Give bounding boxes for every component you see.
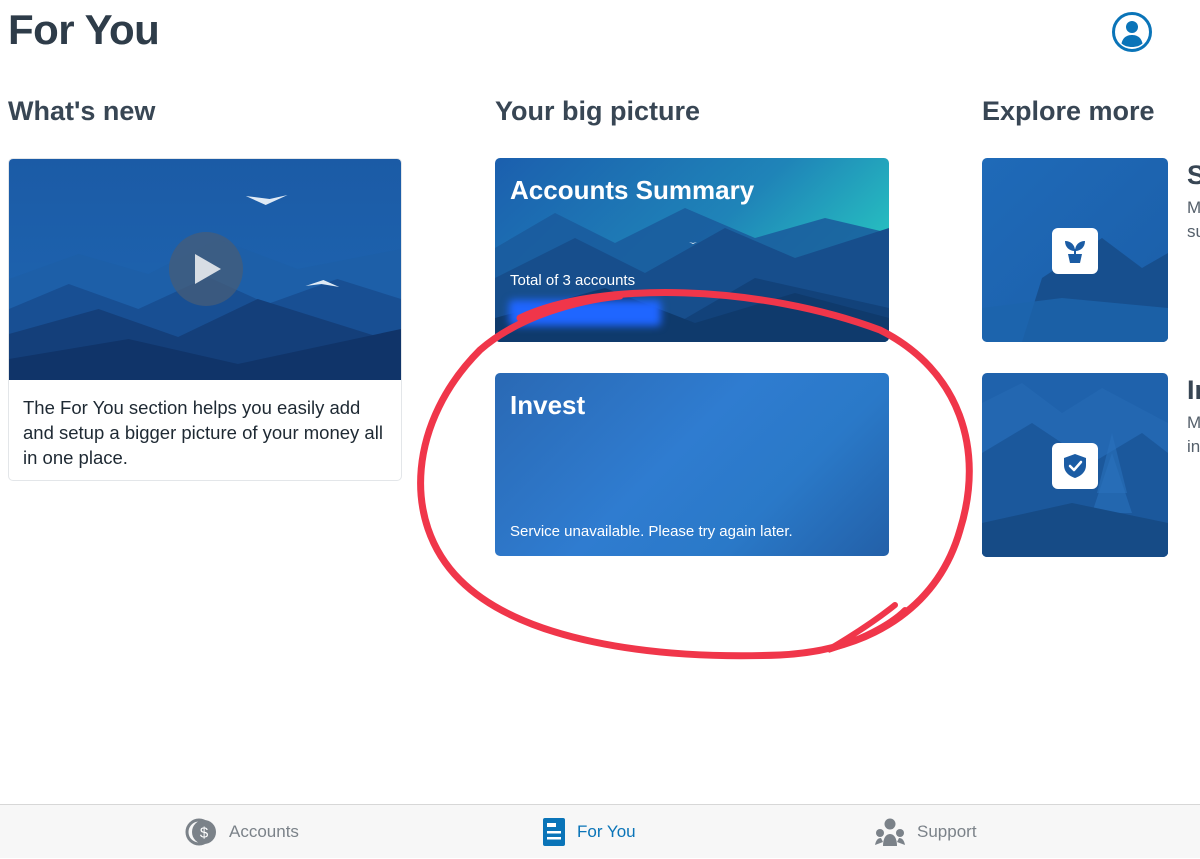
profile-button[interactable] <box>1111 11 1153 53</box>
explore-card-insurance[interactable] <box>982 373 1168 557</box>
for-you-icon <box>543 818 565 846</box>
invest-card[interactable]: Invest Service unavailable. Please try a… <box>495 373 889 556</box>
big-picture-heading: Your big picture <box>495 96 701 126</box>
explore-card-text-peek: M <box>1187 413 1200 432</box>
tab-support-label: Support <box>917 822 977 841</box>
explore-card-title-peek: S <box>1187 160 1200 190</box>
accounts-summary-card[interactable]: Accounts Summary Total of 3 accounts <box>495 158 889 342</box>
plant-icon <box>1065 241 1085 263</box>
explore-card-text-peek: su <box>1187 222 1200 241</box>
shield-check-icon <box>1064 454 1086 478</box>
tab-accounts-label: Accounts <box>229 822 299 841</box>
explore-card-savings[interactable] <box>982 158 1168 342</box>
accounts-summary-title: Accounts Summary <box>510 175 755 205</box>
play-video-button[interactable] <box>169 232 243 306</box>
dollar-coin-icon: $ <box>185 818 216 846</box>
tab-for-you[interactable]: For You <box>541 805 636 859</box>
invest-title: Invest <box>510 390 586 420</box>
page-title: For You <box>8 6 160 53</box>
user-circle-icon <box>1112 12 1152 52</box>
accounts-summary-subtitle: Total of 3 accounts <box>510 272 636 289</box>
whats-new-description: The For You section helps you easily add… <box>23 397 383 468</box>
explore-card-title-peek: In <box>1187 375 1200 405</box>
redacted-balance <box>509 300 661 326</box>
explore-more-heading: Explore more <box>982 96 1155 126</box>
whats-new-heading: What's new <box>8 96 156 126</box>
support-icon <box>875 818 905 846</box>
explore-card-text-peek: in <box>1187 437 1200 456</box>
tab-accounts[interactable]: $ Accounts <box>185 805 299 859</box>
whats-new-card[interactable]: The For You section helps you easily add… <box>8 158 402 481</box>
explore-card-icon-tile <box>1052 228 1098 274</box>
invest-status: Service unavailable. Please try again la… <box>510 523 793 540</box>
play-icon <box>195 254 221 284</box>
tab-support[interactable]: Support <box>873 805 977 859</box>
svg-text:$: $ <box>200 825 209 842</box>
bottom-tab-bar: $ Accounts For You Support <box>0 804 1200 858</box>
explore-card-icon-tile <box>1052 443 1098 489</box>
tab-for-you-label: For You <box>577 822 636 841</box>
explore-card-text-peek: M <box>1187 198 1200 217</box>
